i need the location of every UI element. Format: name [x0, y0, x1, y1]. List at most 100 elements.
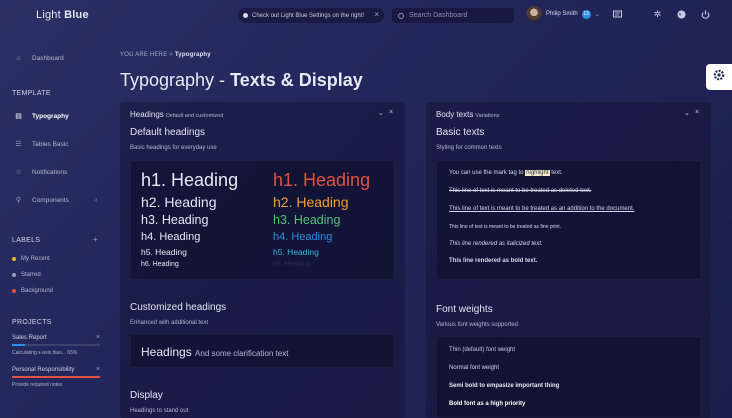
page-title: Typography - Texts & Display	[120, 70, 363, 91]
section-title: Default headings	[130, 127, 206, 138]
project-personal-responsibility[interactable]: Personal Responsibility × Provide requir…	[12, 366, 100, 388]
close-icon[interactable]: ×	[695, 109, 699, 116]
close-icon[interactable]: ×	[96, 334, 100, 341]
info-icon	[243, 13, 248, 18]
project-title: Personal Responsibility	[12, 367, 75, 373]
app-logo[interactable]: Light Blue	[36, 9, 89, 21]
breadcrumb: YOU ARE HERE > Typography	[120, 52, 211, 58]
basic-texts-box: You can use the mark tag to highlight te…	[436, 160, 701, 280]
user-menu[interactable]: Philip Smith 13 ⌄	[526, 6, 600, 22]
sidebar-item-notifications[interactable]: ☆ Notifications	[0, 165, 108, 179]
settings-notice[interactable]: Check out Light Blue Settings on the rig…	[238, 8, 384, 23]
sidebar-item-dashboard[interactable]: ⌂ Dashboard	[0, 51, 108, 65]
section-title: Customized headings	[130, 302, 227, 313]
gear-icon	[712, 68, 726, 87]
messages-icon[interactable]	[613, 10, 622, 19]
heading-h5: h5. Heading	[141, 247, 187, 257]
close-icon[interactable]: ×	[374, 10, 379, 19]
section-description: Styling for common texts	[436, 145, 502, 151]
custom-heading-text: Headings	[141, 345, 192, 359]
grid-icon: ☰	[15, 140, 22, 148]
label-item-background[interactable]: Background	[12, 288, 53, 294]
project-progress-bar	[12, 344, 100, 346]
notification-badge: 13	[581, 9, 591, 19]
default-headings-box: h1. Heading h2. Heading h3. Heading h4. …	[130, 160, 395, 280]
collapse-icon[interactable]: ⌄	[684, 109, 690, 117]
bold-text-line: This line rendered as bold text.	[449, 258, 538, 264]
label-dot-icon	[12, 257, 16, 261]
search-placeholder: Search Dashboard	[409, 12, 468, 19]
section-description: Basic headings for everyday use	[130, 145, 217, 151]
section-title: Display	[130, 390, 163, 401]
card-title-text: Headings	[130, 110, 164, 119]
top-bar: Light Blue Check out Light Blue Settings…	[0, 0, 732, 32]
heading-h3-colored: h3. Heading	[273, 213, 341, 227]
label-text: Background	[21, 288, 54, 294]
custom-headings-box: Headings And some clarification text	[130, 334, 395, 368]
font-weight-normal: Normal font weight	[449, 365, 500, 371]
gear-icon[interactable]: ✲	[653, 10, 662, 19]
section-description: Headings to stand out	[130, 408, 189, 414]
added-text-line: This line of text is meant to be treated…	[449, 206, 635, 212]
sidebar-item-components[interactable]: ⚲ Components ‹	[0, 193, 108, 207]
sidebar-item-typography[interactable]: ▤ Typography	[0, 109, 108, 123]
heading-h4-colored: h4. Heading	[273, 231, 333, 243]
card-title: Headings Default and customized	[130, 110, 223, 119]
font-weight-thin: Thin (default) font weight	[449, 347, 516, 353]
project-subtitle: Calculating x-axis bias... 65%	[12, 350, 78, 356]
label-item-my-recent[interactable]: My Recent	[12, 256, 50, 262]
power-icon[interactable]	[701, 10, 710, 19]
sidebar-item-label: Dashboard	[32, 54, 64, 62]
heading-h1: h1. Heading	[141, 170, 239, 190]
section-description: Enhanced with additional text	[130, 320, 209, 326]
notice-text: Check out Light Blue Settings on the rig…	[252, 12, 365, 19]
search-icon	[398, 12, 404, 19]
headings-card: Headings Default and customized ⌄ × Defau…	[120, 102, 405, 418]
section-title-projects: PROJECTS	[12, 319, 52, 326]
user-name: Philip Smith	[546, 11, 578, 17]
project-subtitle: Provide required notes	[12, 382, 63, 388]
body-texts-card: Body texts Variations ⌄ × Basic texts Sty…	[426, 102, 711, 418]
sidebar-item-label: Components	[32, 196, 69, 204]
chevron-left-icon: ‹	[95, 196, 98, 204]
sidebar: ⌂ Dashboard TEMPLATE ▤ Typography ☰ Tabl…	[0, 32, 108, 418]
page-title-light: Typography -	[120, 70, 226, 90]
globe-icon[interactable]	[677, 10, 686, 19]
heading-h6-colored: h6. Heading	[273, 261, 311, 268]
heading-h6: h6. Heading	[141, 261, 179, 268]
project-progress-fill	[12, 376, 100, 378]
card-title-small: Default and customized	[165, 113, 224, 119]
label-item-starred[interactable]: Starred	[12, 272, 41, 278]
collapse-icon[interactable]: ⌄	[378, 109, 384, 117]
label-dot-icon	[12, 289, 16, 293]
project-title: Sales Report	[12, 335, 47, 341]
settings-toggle-button[interactable]	[706, 64, 732, 90]
page-title-bold: Texts & Display	[230, 70, 363, 90]
section-title-labels: LABELS	[12, 237, 41, 244]
search-field[interactable]: Search Dashboard	[392, 8, 514, 23]
section-title-template: TEMPLATE	[12, 90, 51, 97]
section-title: Basic texts	[436, 127, 485, 138]
font-weights-box: Thin (default) font weight Normal font w…	[436, 336, 701, 418]
avatar	[526, 6, 542, 22]
mark-text-after: text.	[551, 170, 563, 176]
label-text: My Recent	[21, 256, 50, 262]
close-icon[interactable]: ×	[389, 109, 393, 116]
sidebar-item-tables-basic[interactable]: ☰ Tables Basic	[0, 137, 108, 151]
close-icon[interactable]: ×	[96, 366, 100, 373]
project-sales-report[interactable]: Sales Report × Calculating x-axis bias..…	[12, 334, 100, 356]
add-label-icon[interactable]: +	[93, 235, 98, 244]
heading-h2-colored: h2. Heading	[273, 194, 349, 210]
sidebar-item-label: Typography	[32, 112, 69, 120]
breadcrumb-prefix: YOU ARE HERE	[120, 52, 168, 58]
custom-heading: Headings And some clarification text	[141, 345, 288, 359]
project-progress-fill	[12, 344, 26, 346]
card-title-text: Body texts	[436, 110, 474, 119]
chevron-down-icon: ⌄	[594, 11, 600, 18]
mark-text-before: You can use the mark tag to	[449, 170, 524, 176]
project-progress-bar	[12, 376, 100, 378]
heading-h5-colored: h5. Heading	[273, 247, 319, 257]
card-title-small: Variations	[475, 113, 500, 119]
wand-icon: ⚲	[15, 196, 22, 204]
font-weight-semibold: Semi bold to empasize important thing	[449, 383, 560, 389]
